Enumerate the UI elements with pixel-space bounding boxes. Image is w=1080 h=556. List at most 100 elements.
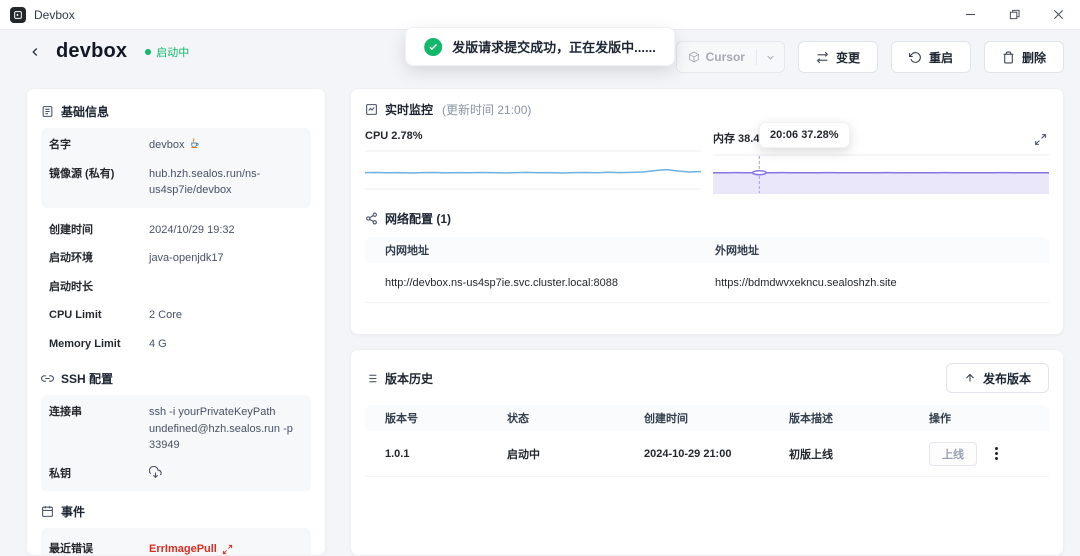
ssh-title: SSH 配置 [61,370,113,387]
name-row: 名字 devbox [41,131,311,160]
window-controls [948,0,1080,29]
chart-tooltip: 20:06 37.28% [759,122,850,148]
cpu-limit-value: 2 Core [149,307,182,324]
java-icon [189,137,200,149]
recent-error-value: ErrImagePull [149,541,217,556]
status-text: 启动中 [156,44,189,60]
network-table: 内网地址 外网地址 http://devbox.ns-us4sp7ie.svc.… [365,237,1049,303]
image-source-row: 镜像源 (私有) hub.hzh.sealos.run/ns-us4sp7ie/… [41,160,311,205]
devbox-name-value: devbox [149,137,184,154]
page-title: devbox [56,40,127,63]
header-actions: Cursor 变更 重启 删除 [676,41,1064,73]
cpu-limit-label: CPU Limit [49,307,149,324]
minimize-icon[interactable] [948,0,992,29]
version-history-title: 版本历史 [385,370,433,387]
basic-info-card: 基础信息 名字 devbox 镜像源 (私有) hub.hzh.sealos.r… [26,88,326,556]
memory-limit-label: Memory Limit [49,336,149,353]
version-history-section-header: 版本历史 [365,370,433,387]
cursor-button-label: Cursor [706,50,745,64]
memory-chart-panel: 内存 38.4 20:06 37.28% [713,130,1049,194]
restart-button[interactable]: 重启 [891,41,971,73]
private-key-row: 私钥 [41,460,311,489]
ssh-section-header: SSH 配置 [41,370,311,387]
network-table-header: 内网地址 外网地址 [365,237,1049,263]
window-title: Devbox [34,8,75,22]
version-created-value: 2024-10-29 21:00 [644,448,789,460]
document-icon [41,105,54,118]
cpu-usage-label: CPU 2.78% [365,130,701,142]
recent-error-label: 最近错误 [49,541,149,556]
change-button-label: 变更 [836,49,860,66]
memory-limit-row: Memory Limit 4 G [41,330,311,359]
devbox-app-icon [10,7,26,23]
monitor-chart-icon [365,103,378,116]
delete-button[interactable]: 删除 [984,41,1064,73]
recent-error-row: 最近错误 ErrImagePull [41,531,311,556]
go-online-button[interactable]: 上线 [929,442,977,466]
change-button[interactable]: 变更 [798,41,878,73]
network-table-row: http://devbox.ns-us4sp7ie.svc.cluster.lo… [365,263,1049,303]
version-status-value: 启动中 [507,446,644,462]
network-section: 网络配置 (1) 内网地址 外网地址 http://devbox.ns-us4s… [365,210,1049,303]
toast-notification: 发版请求提交成功，正在发版中...... [405,27,675,66]
basic-info-primary-rows: 名字 devbox 镜像源 (私有) hub.hzh.sealos.run/ns… [41,128,311,208]
name-label: 名字 [49,137,149,154]
memory-limit-value: 4 G [149,336,167,353]
version-number-header: 版本号 [385,410,507,426]
chevron-down-icon[interactable] [757,52,784,63]
cpu-usage-chart[interactable] [365,150,701,190]
basic-info-section-header: 基础信息 [41,103,311,120]
restore-icon[interactable] [992,0,1036,29]
back-button[interactable] [24,41,46,63]
open-in-cursor-button[interactable]: Cursor [677,50,756,64]
version-history-card: 版本历史 发布版本 版本号 状态 创建时间 版本描述 操作 1.0.1 启动中 … [350,349,1064,556]
download-cloud-icon[interactable] [149,466,162,479]
version-table-header: 版本号 状态 创建时间 版本描述 操作 [365,405,1049,431]
calendar-icon [41,505,54,518]
memory-usage-chart[interactable] [713,154,1049,194]
restart-button-label: 重启 [929,49,953,66]
arrow-up-icon [964,372,976,384]
ssh-rows: 连接串 ssh -i yourPrivateKeyPath undefined@… [41,395,311,491]
version-table: 版本号 状态 创建时间 版本描述 操作 1.0.1 启动中 2024-10-29… [365,405,1049,477]
private-key-label: 私钥 [49,466,149,483]
status-dot-icon [145,49,151,55]
created-time-value: 2024/10/29 19:32 [149,222,235,239]
charts-row: CPU 2.78% 内存 38.4 20:06 37.28% [365,130,1049,194]
version-action-header: 操作 [929,410,1029,426]
external-address-value[interactable]: https://bdmdwvxekncu.sealoshzh.site [715,277,1029,289]
expand-error-icon[interactable] [222,544,233,555]
delete-button-label: 删除 [1022,49,1046,66]
runtime-env-row: 启动环境 java-openjdk17 [41,244,311,273]
publish-version-button[interactable]: 发布版本 [946,363,1049,393]
status-badge: 启动中 [145,44,189,60]
version-table-row: 1.0.1 启动中 2024-10-29 21:00 初版上线 上线 [365,431,1049,477]
page-header: devbox 启动中 [24,40,189,63]
version-desc-header: 版本描述 [789,410,929,426]
network-section-header: 网络配置 (1) [365,210,1049,227]
ssh-connection-value: ssh -i yourPrivateKeyPath undefined@hzh.… [149,404,303,454]
trash-icon [1002,51,1015,64]
external-address-header: 外网地址 [715,242,1029,258]
cursor-logo-icon [688,51,700,63]
events-section-header: 事件 [41,503,311,520]
events-title: 事件 [61,503,85,520]
basic-info-secondary-rows: 创建时间 2024/10/29 19:32 启动环境 java-openjdk1… [41,214,311,359]
link-icon [41,372,54,385]
monitor-section-header: 实时监控 (更新时间 21:00) [365,101,1049,118]
cpu-chart-panel: CPU 2.78% [365,130,701,194]
more-actions-icon[interactable] [991,443,1002,464]
version-number-value: 1.0.1 [385,448,507,460]
close-icon[interactable] [1036,0,1080,29]
list-icon [365,372,378,385]
monitor-card: 实时监控 (更新时间 21:00) CPU 2.78% 内存 38.4 20:0… [350,88,1064,335]
version-history-header: 版本历史 发布版本 [365,363,1049,393]
version-created-header: 创建时间 [644,410,789,426]
uptime-label: 启动时长 [49,279,149,296]
network-icon [365,212,378,225]
toast-message: 发版请求提交成功，正在发版中...... [452,37,656,56]
swap-arrows-icon [816,51,829,64]
internal-address-value[interactable]: http://devbox.ns-us4sp7ie.svc.cluster.lo… [385,277,715,289]
image-source-value: hub.hzh.sealos.run/ns-us4sp7ie/devbox [149,166,303,199]
version-status-header: 状态 [507,410,644,426]
